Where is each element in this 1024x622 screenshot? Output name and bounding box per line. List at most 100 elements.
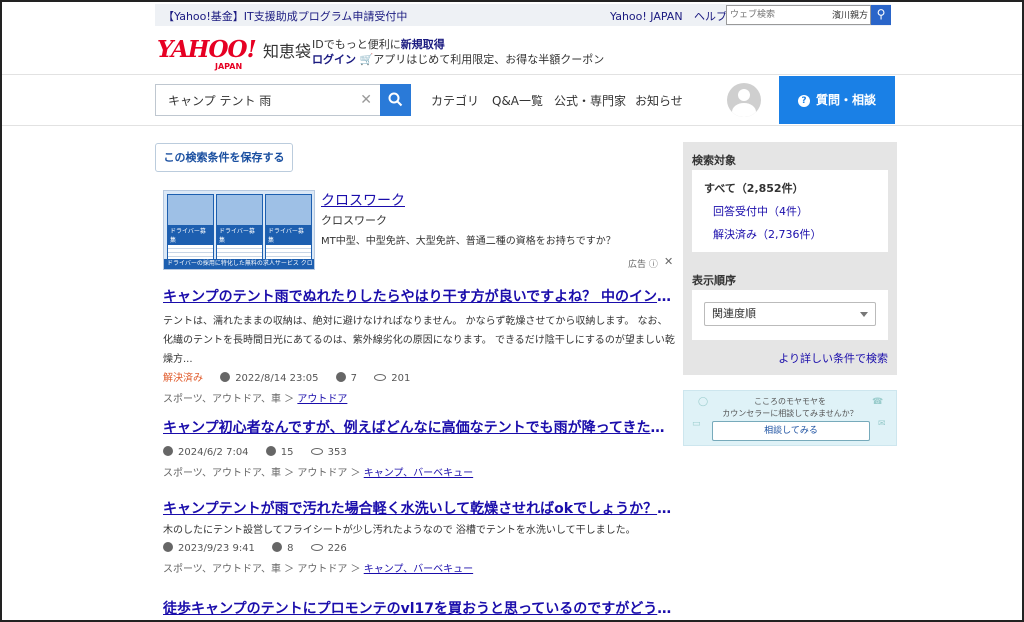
search-icon	[388, 92, 403, 107]
order-box: 関連度順	[692, 290, 888, 340]
answer-count-icon	[265, 446, 276, 456]
result-title-link[interactable]: 徒歩キャンプのテントにプロモンテのvl17を買おうと思っているのですがどうでしょ…	[163, 598, 675, 618]
answer-count-icon	[335, 372, 346, 382]
view-icon	[310, 544, 323, 551]
coupon-text[interactable]: アプリはじめて利用限定、お得な半額クーポン	[373, 53, 604, 66]
nav-official-experts[interactable]: 公式・専門家	[554, 92, 626, 109]
login-promo: IDでもっと便利に新規取得 ログイン 🛒アプリはじめて利用限定、お得な半額クーポ…	[312, 37, 604, 67]
result-item: 徒歩キャンプのテントにプロモンテのvl17を買おうと思っているのですがどうでしょ…	[163, 598, 675, 618]
result-meta: 解決済み 2022/8/14 23:05 7 201	[163, 371, 675, 387]
result-date: 2023/9/23 9:41	[178, 543, 255, 554]
question-icon: ?	[797, 95, 810, 107]
web-search-button[interactable]: ⚲	[871, 5, 891, 25]
result-category: スポーツ、アウトドア、車 ＞ アウトドア ＞ キャンプ、バーベキュー	[163, 464, 675, 479]
ad-label[interactable]: 広告 ⓘ	[628, 257, 658, 270]
counseling-banner: ◯ ☎ ▭ ✉ こころのモヤモヤを カウンセラーに相談してみませんか？ 相談して…	[683, 390, 897, 446]
register-link[interactable]: 新規取得	[401, 38, 445, 51]
clock-icon	[163, 446, 173, 456]
user-badge: 濱川親方	[831, 8, 868, 21]
ad-image[interactable]: ドライバー募集 ドライバー募集 ドライバー募集 ドライバーの採用に特化した無料の…	[163, 190, 315, 270]
web-search-input[interactable]	[727, 6, 817, 24]
result-item: キャンプのテント雨でぬれたりしたらやはり干す方が良いですよね？ 中のインナーテン…	[163, 286, 675, 405]
result-date: 2022/8/14 23:05	[235, 373, 319, 384]
ad-description: MT中型、中型免許、大型免許、普通二種の資格をお持ちですか？	[321, 236, 616, 247]
promo-text: IDでもっと便利に	[312, 38, 401, 51]
counseling-line2: カウンセラーに相談してみませんか？	[722, 409, 858, 418]
clear-icon[interactable]: ✕	[360, 92, 372, 108]
site-logo[interactable]: YAHOO! JAPAN 知恵袋	[157, 36, 311, 71]
ad-panel-title: ドライバー募集	[168, 225, 213, 245]
category-path: スポーツ、アウトドア、車 ＞	[163, 394, 295, 405]
consult-button[interactable]: 相談してみる	[712, 421, 870, 441]
search-icon: ⚲	[876, 7, 886, 21]
view-icon	[374, 374, 387, 381]
filter-target-box: すべて（2,852件） 回答受付中（4件） 解決済み（2,736件）	[692, 170, 888, 252]
ad-label-text: 広告	[628, 260, 647, 270]
search-filter-panel: 検索対象 すべて（2,852件） 回答受付中（4件） 解決済み（2,736件） …	[683, 142, 897, 375]
avatar-head	[738, 89, 750, 101]
view-count: 201	[391, 373, 411, 384]
result-item: キャンプテントが雨で汚れた場合軽く水洗いして乾燥させればokでしょうか？ 一回目…	[163, 498, 675, 575]
mail-icon: ✉	[878, 419, 886, 429]
ad-panel: ドライバー募集	[265, 194, 312, 267]
result-title-link[interactable]: キャンプのテント雨でぬれたりしたらやはり干す方が良いですよね？ 中のインナーテン…	[163, 286, 675, 306]
ad-panel-title: ドライバー募集	[217, 225, 262, 245]
result-date: 2024/6/2 7:04	[178, 447, 249, 458]
order-select[interactable]: 関連度順	[704, 302, 876, 326]
nav-news[interactable]: お知らせ	[635, 92, 683, 109]
category-path: スポーツ、アウトドア、車 ＞ アウトドア ＞	[163, 468, 361, 479]
promo-link[interactable]: 【Yahoo!基金】IT支援助成プログラム申請受付中	[163, 8, 407, 24]
cart-icon: 🛒	[359, 53, 374, 66]
order-heading: 表示順序	[692, 274, 736, 287]
ad-panel-title: ドライバー募集	[266, 225, 311, 245]
service-name: 知恵袋	[263, 42, 312, 61]
filter-solved[interactable]: 解決済み（2,736件）	[713, 226, 822, 242]
result-meta: 2023/9/23 9:41 8 226	[163, 541, 675, 557]
category-link[interactable]: キャンプ、バーベキュー	[364, 468, 473, 479]
yahoo-japan-link[interactable]: Yahoo! JAPAN	[610, 10, 683, 23]
japan-logo-text: JAPAN	[215, 62, 243, 71]
avatar-body	[732, 103, 756, 117]
filter-open[interactable]: 回答受付中（4件）	[713, 203, 808, 219]
ad-panel: ドライバー募集	[167, 194, 214, 267]
answer-count: 8	[287, 543, 294, 554]
ad-title-link[interactable]: クロスワーク	[321, 190, 405, 210]
category-path: スポーツ、アウトドア、車 ＞ アウトドア ＞	[163, 564, 361, 575]
search-button[interactable]	[380, 84, 411, 116]
divider	[0, 74, 1024, 75]
view-count: 226	[327, 543, 347, 554]
filter-all[interactable]: すべて（2,852件）	[704, 180, 804, 196]
category-link[interactable]: アウトドア	[297, 394, 347, 405]
answer-count: 7	[350, 373, 358, 384]
category-link[interactable]: キャンプ、バーベキュー	[364, 564, 473, 575]
result-title-link[interactable]: キャンプテントが雨で汚れた場合軽く水洗いして乾燥させればokでしょうか？ 一回目…	[163, 498, 675, 518]
close-icon[interactable]: ✕	[664, 255, 673, 268]
result-item: キャンプ初心者なんですが、例えばどんなに高価なテントでも雨が降ってきたら濡れます…	[163, 417, 675, 479]
chevron-down-icon	[860, 312, 868, 317]
result-category: スポーツ、アウトドア、車 ＞ アウトドア	[163, 390, 675, 405]
result-meta: 2024/6/2 7:04 15 353	[163, 445, 675, 461]
nav-category[interactable]: カテゴリ	[431, 92, 479, 109]
divider	[0, 125, 1024, 126]
clock-icon	[220, 372, 231, 382]
ad-photo	[266, 195, 311, 225]
search-box: ✕	[155, 84, 381, 116]
login-link[interactable]: ログイン	[312, 53, 356, 66]
save-search-button[interactable]: この検索条件を保存する	[155, 143, 293, 172]
ask-question-button[interactable]: ? 質問・相談	[779, 76, 895, 124]
help-link[interactable]: ヘルプ	[694, 10, 727, 23]
search-input[interactable]	[156, 85, 346, 115]
result-title-link[interactable]: キャンプ初心者なんですが、例えばどんなに高価なテントでも雨が降ってきたら濡れます…	[163, 417, 675, 437]
counseling-text: こころのモヤモヤを カウンセラーに相談してみませんか？	[684, 396, 896, 420]
avatar[interactable]	[727, 83, 761, 117]
advanced-search-link[interactable]: より詳しい条件で検索	[778, 350, 888, 366]
answer-count-icon	[272, 542, 283, 552]
ad-strip: ドライバーの採用に特化した無料の求人サービス クロスワーク	[164, 259, 314, 269]
status-badge: 解決済み	[163, 373, 203, 384]
web-search-box: 濱川親方	[726, 5, 871, 25]
ad-sponsor: クロスワーク	[321, 214, 387, 227]
ad-photo	[217, 195, 262, 225]
order-select-value: 関連度順	[712, 307, 756, 320]
ad-panel: ドライバー募集	[216, 194, 263, 267]
nav-qa-list[interactable]: Q&A一覧	[492, 92, 543, 109]
